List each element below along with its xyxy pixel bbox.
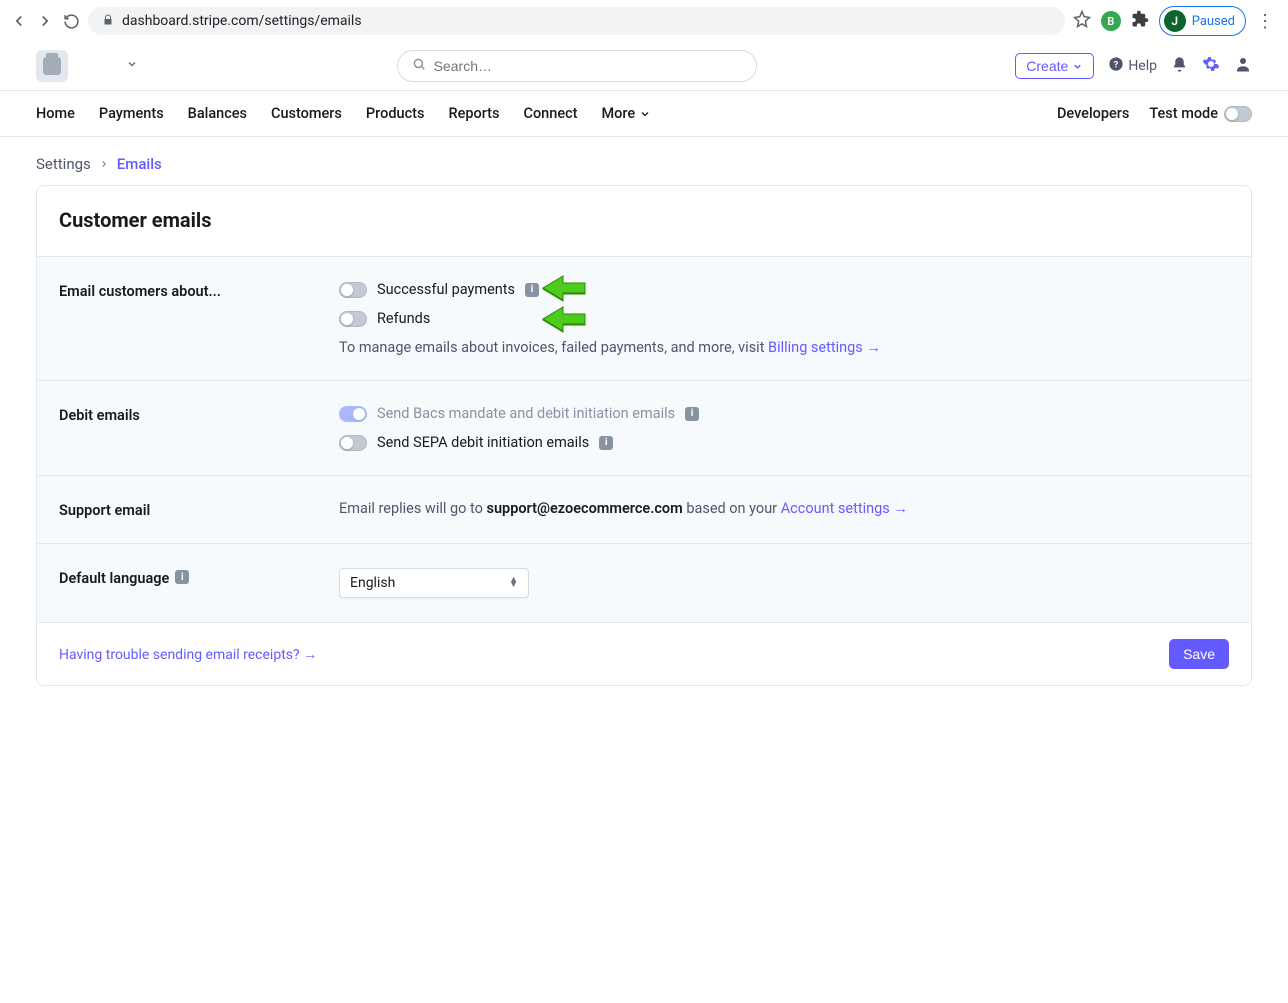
row-bacs: Send Bacs mandate and debit initiation e… [339, 405, 1229, 422]
label-refunds: Refunds [377, 310, 430, 327]
support-hint: Email replies will go to support@ezoecom… [339, 500, 1229, 517]
save-button[interactable]: Save [1169, 639, 1229, 669]
search-field[interactable] [434, 58, 742, 74]
billing-settings-link[interactable]: Billing settings → [768, 339, 881, 356]
hint-prefix: To manage emails about invoices, failed … [339, 339, 768, 356]
nav-customers[interactable]: Customers [259, 91, 354, 136]
nav-more-label: More [601, 105, 635, 122]
nav-more[interactable]: More [589, 91, 663, 136]
create-button[interactable]: Create [1015, 53, 1094, 79]
trouble-link[interactable]: Having trouble sending email receipts? → [59, 646, 317, 663]
toggle-bacs [339, 406, 367, 422]
account-logo [36, 50, 68, 82]
main-nav: Home Payments Balances Customers Product… [0, 91, 1288, 137]
chevron-down-icon[interactable] [126, 58, 138, 74]
star-icon[interactable] [1073, 10, 1091, 32]
nav-home[interactable]: Home [36, 91, 87, 136]
account-switcher[interactable] [36, 50, 138, 82]
browser-menu-icon[interactable]: ⋮ [1256, 11, 1274, 32]
forward-button[interactable] [36, 12, 54, 30]
arrow-right-icon: → [893, 500, 908, 517]
bell-icon[interactable] [1171, 56, 1188, 77]
extension-badge-b[interactable]: B [1101, 11, 1121, 31]
card-footer: Having trouble sending email receipts? →… [37, 623, 1251, 685]
label-successful-payments: Successful payments [377, 281, 515, 298]
section-label-support: Support email [59, 500, 339, 519]
test-mode-toggle[interactable]: Test mode [1149, 91, 1252, 136]
section-support-email: Support email Email replies will go to s… [37, 476, 1251, 544]
arrow-right-icon: → [866, 339, 881, 356]
section-label-language: Default language i [59, 568, 339, 598]
profile-paused-pill[interactable]: J Paused [1159, 6, 1246, 36]
search-icon [412, 57, 426, 75]
section-email-customers: Email customers about... Successful paym… [37, 257, 1251, 381]
toggle-sepa[interactable] [339, 435, 367, 451]
breadcrumb: Settings Emails [0, 137, 1288, 185]
create-label: Create [1026, 58, 1068, 74]
nav-connect[interactable]: Connect [511, 91, 589, 136]
settings-card: Customer emails Email customers about...… [36, 185, 1252, 686]
arrow-right-icon: → [303, 647, 317, 663]
search-input[interactable] [397, 50, 757, 82]
user-icon[interactable] [1234, 55, 1252, 77]
info-icon[interactable]: i [175, 570, 189, 584]
label-sepa: Send SEPA debit initiation emails [377, 434, 589, 451]
info-icon[interactable]: i [685, 407, 699, 421]
section-label-debit: Debit emails [59, 405, 339, 451]
section-label-email-customers: Email customers about... [59, 281, 339, 356]
help-label: Help [1128, 58, 1157, 74]
toggle-successful-payments[interactable] [339, 282, 367, 298]
extensions-row: B J Paused ⋮ [1073, 6, 1278, 36]
paused-label: Paused [1192, 14, 1235, 29]
lock-icon [102, 14, 114, 29]
support-prefix: Email replies will go to [339, 500, 486, 517]
help-button[interactable]: ? Help [1108, 56, 1157, 76]
puzzle-icon[interactable] [1131, 10, 1149, 32]
support-suffix: based on your [683, 500, 781, 517]
info-icon[interactable]: i [525, 283, 539, 297]
url-text: dashboard.stripe.com/settings/emails [122, 13, 362, 29]
account-settings-link[interactable]: Account settings → [781, 500, 908, 517]
billing-hint: To manage emails about invoices, failed … [339, 339, 1229, 356]
help-icon: ? [1108, 56, 1124, 76]
annotation-arrow [539, 305, 587, 333]
info-icon[interactable]: i [599, 436, 613, 450]
select-chevron-icon: ▲▼ [509, 578, 518, 588]
card-header: Customer emails [37, 186, 1251, 257]
chevron-right-icon [99, 155, 109, 173]
nav-balances[interactable]: Balances [176, 91, 259, 136]
svg-text:?: ? [1114, 59, 1119, 70]
annotation-arrow [539, 274, 587, 302]
test-mode-label: Test mode [1149, 105, 1218, 122]
breadcrumb-settings[interactable]: Settings [36, 155, 91, 173]
language-value: English [350, 575, 395, 591]
row-refunds: Refunds [339, 310, 1229, 327]
nav-payments[interactable]: Payments [87, 91, 176, 136]
avatar: J [1164, 10, 1186, 32]
app-topbar: Create ? Help [0, 42, 1288, 91]
nav-products[interactable]: Products [354, 91, 437, 136]
language-select[interactable]: English ▲▼ [339, 568, 529, 598]
back-button[interactable] [10, 12, 28, 30]
nav-developers[interactable]: Developers [1057, 91, 1129, 136]
address-bar[interactable]: dashboard.stripe.com/settings/emails [88, 7, 1065, 35]
row-successful-payments: Successful payments i [339, 281, 1229, 298]
toggle-test-mode[interactable] [1224, 106, 1252, 122]
section-default-language: Default language i English ▲▼ [37, 544, 1251, 623]
section-debit-emails: Debit emails Send Bacs mandate and debit… [37, 381, 1251, 476]
breadcrumb-emails[interactable]: Emails [117, 155, 162, 173]
label-bacs: Send Bacs mandate and debit initiation e… [377, 405, 675, 422]
browser-toolbar: dashboard.stripe.com/settings/emails B J… [0, 0, 1288, 42]
gear-icon[interactable] [1202, 55, 1220, 77]
page-title: Customer emails [59, 208, 1229, 232]
row-sepa: Send SEPA debit initiation emails i [339, 434, 1229, 451]
support-email-value: support@ezoecommerce.com [486, 500, 682, 517]
reload-button[interactable] [62, 12, 80, 30]
toggle-refunds[interactable] [339, 311, 367, 327]
nav-reports[interactable]: Reports [436, 91, 511, 136]
